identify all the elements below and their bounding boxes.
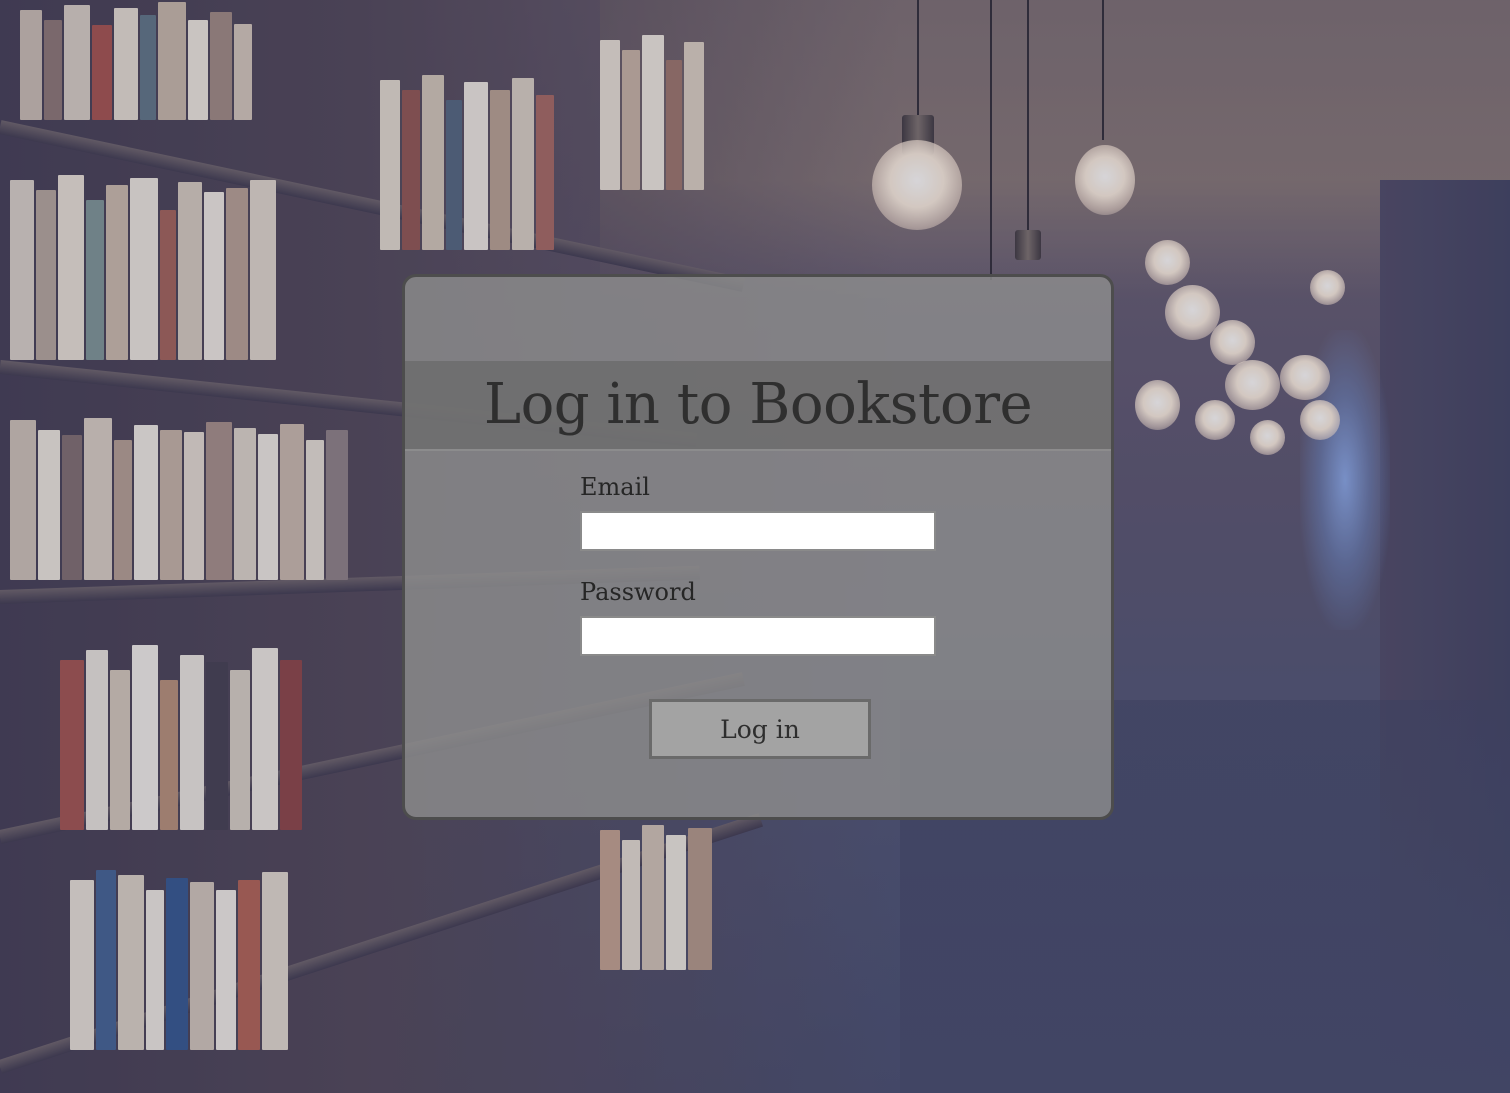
login-button[interactable]: Log in	[649, 699, 871, 759]
password-field[interactable]	[580, 616, 936, 656]
page-title: Log in to Bookstore	[483, 372, 1033, 437]
email-field[interactable]	[580, 511, 936, 551]
email-label: Email	[580, 473, 650, 501]
login-panel: Log in to Bookstore Email Password Log i…	[402, 274, 1114, 820]
password-label: Password	[580, 578, 696, 606]
